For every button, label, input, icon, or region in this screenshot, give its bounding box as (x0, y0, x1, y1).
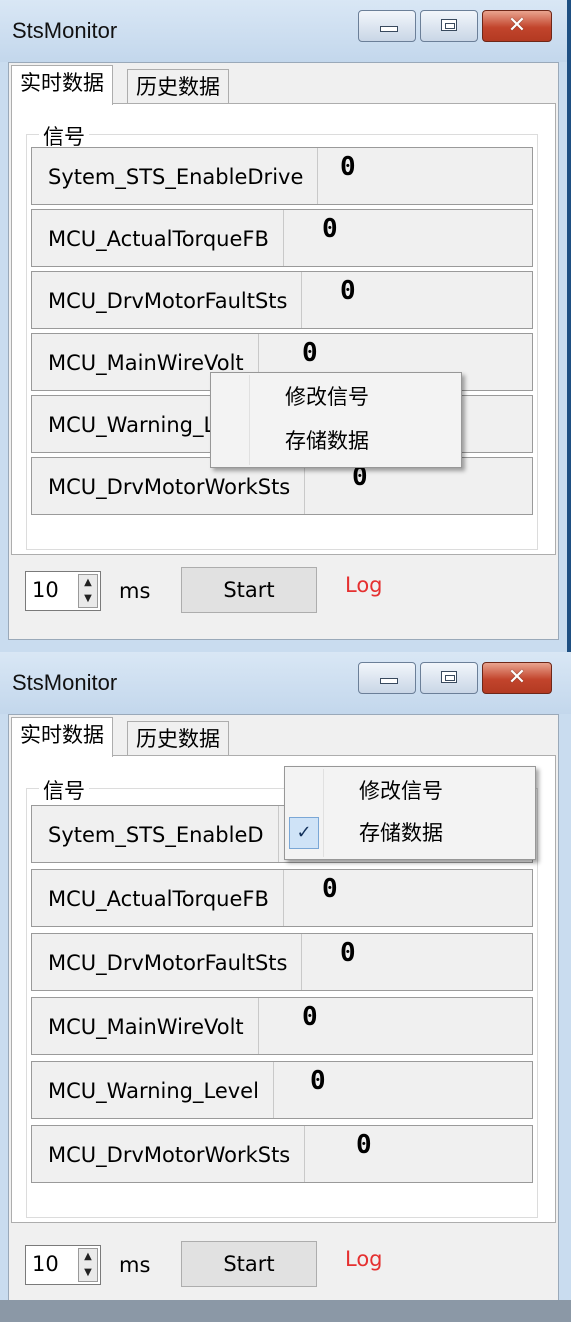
menu-item-save-data[interactable]: ✓ 存储数据 (285, 813, 535, 853)
tab-realtime-data[interactable]: 实时数据 (11, 717, 113, 757)
log-link[interactable]: Log (345, 1247, 383, 1271)
maximize-button[interactable] (420, 662, 478, 694)
signal-value: 0 (302, 1002, 318, 1032)
chevron-up-icon[interactable]: ▲ (79, 575, 97, 591)
tab-realtime-data[interactable]: 实时数据 (11, 65, 113, 105)
bottom-controls: 10 ▲ ▼ ms Start Log (23, 567, 543, 621)
signal-value: 0 (322, 214, 338, 244)
signal-row[interactable]: MCU_MainWireVolt 0 (31, 997, 533, 1055)
close-button[interactable]: ✕ (482, 10, 552, 42)
signal-value: 0 (356, 1130, 372, 1160)
title-bar[interactable]: StsMonitor ✕ (0, 0, 567, 62)
unit-label: ms (119, 1253, 151, 1277)
signal-row[interactable]: MCU_ActualTorqueFB 0 (31, 209, 533, 267)
maximize-button[interactable] (420, 10, 478, 42)
signal-name: MCU_DrvMotorWorkSts (48, 1126, 306, 1182)
context-menu: 修改信号 存储数据 (210, 372, 462, 468)
stsmonitor-window-1: StsMonitor ✕ 实时数据 历史数据 信号 Sytem_STS_Enab… (0, 0, 571, 652)
context-menu: 修改信号 ✓ 存储数据 (284, 766, 536, 860)
interval-input[interactable]: 10 ▲ ▼ (25, 571, 101, 611)
signal-value: 0 (322, 874, 338, 904)
window-title: StsMonitor (12, 18, 118, 43)
signal-name: MCU_MainWireVolt (48, 998, 259, 1054)
minimize-icon (380, 678, 398, 684)
window-title: StsMonitor (12, 670, 118, 695)
signal-row[interactable]: MCU_DrvMotorWorkSts 0 (31, 1125, 533, 1183)
signal-value: 0 (310, 1066, 326, 1096)
signal-row[interactable]: MCU_ActualTorqueFB 0 (31, 869, 533, 927)
signal-name: MCU_Warning_Level (48, 1062, 274, 1118)
signal-row[interactable]: MCU_DrvMotorFaultSts 0 (31, 933, 533, 991)
taskbar-strip (0, 1300, 571, 1322)
menu-item-label: 存储数据 (285, 429, 369, 453)
chevron-down-icon[interactable]: ▼ (79, 591, 97, 607)
chevron-down-icon[interactable]: ▼ (79, 1265, 97, 1281)
tab-history-data[interactable]: 历史数据 (127, 69, 229, 105)
menu-item-save-data[interactable]: 存储数据 (211, 421, 461, 461)
interval-value: 10 (32, 1252, 59, 1276)
minimize-icon (380, 26, 398, 32)
signal-name: Sytem_STS_EnableD (48, 806, 279, 862)
title-bar[interactable]: StsMonitor ✕ (0, 652, 571, 714)
stsmonitor-window-2: StsMonitor ✕ 实时数据 历史数据 信号 Sytem_STS_Enab… (0, 652, 571, 1322)
menu-item-modify-signal[interactable]: 修改信号 (211, 377, 461, 417)
bottom-controls: 10 ▲ ▼ ms Start Log (23, 1241, 543, 1295)
start-button[interactable]: Start (181, 567, 317, 613)
interval-value: 10 (32, 578, 59, 602)
signal-value: 0 (340, 276, 356, 306)
signal-name: MCU_DrvMotorFaultSts (48, 934, 303, 990)
menu-item-label: 修改信号 (285, 385, 369, 409)
signal-row[interactable]: MCU_Warning_Level 0 (31, 1061, 533, 1119)
spin-buttons[interactable]: ▲ ▼ (78, 1248, 98, 1282)
signal-name: MCU_ActualTorqueFB (48, 210, 284, 266)
signal-value: 0 (340, 152, 356, 182)
group-label: 信号 (39, 775, 89, 805)
tab-page: 信号 Sytem_STS_EnableDrive 0 MCU_ActualTor… (11, 103, 556, 555)
tab-history-data[interactable]: 历史数据 (127, 721, 229, 757)
signal-name: MCU_ActualTorqueFB (48, 870, 284, 926)
menu-item-modify-signal[interactable]: 修改信号 (285, 771, 535, 811)
signal-value: 0 (340, 938, 356, 968)
start-button[interactable]: Start (181, 1241, 317, 1287)
minimize-button[interactable] (358, 662, 416, 694)
signal-name: MCU_DrvMotorFaultSts (48, 272, 303, 328)
interval-input[interactable]: 10 ▲ ▼ (25, 1245, 101, 1285)
log-link[interactable]: Log (345, 573, 383, 597)
unit-label: ms (119, 579, 151, 603)
checkmark-icon: ✓ (289, 817, 319, 849)
signal-group: 信号 Sytem_STS_EnableDrive 0 MCU_ActualTor… (26, 121, 538, 550)
close-icon: ✕ (507, 665, 527, 690)
maximize-icon (441, 671, 457, 683)
menu-item-label: 修改信号 (359, 779, 443, 803)
client-area: 实时数据 历史数据 信号 Sytem_STS_EnableDrive 0 MCU… (8, 62, 559, 640)
minimize-button[interactable] (358, 10, 416, 42)
maximize-icon (441, 19, 457, 31)
signal-row[interactable]: Sytem_STS_EnableDrive 0 (31, 147, 533, 205)
close-icon: ✕ (507, 13, 527, 38)
menu-item-label: 存储数据 (359, 821, 443, 845)
close-button[interactable]: ✕ (482, 662, 552, 694)
signal-row[interactable]: MCU_DrvMotorFaultSts 0 (31, 271, 533, 329)
spin-buttons[interactable]: ▲ ▼ (78, 574, 98, 608)
signal-value: 0 (302, 338, 318, 368)
chevron-up-icon[interactable]: ▲ (79, 1249, 97, 1265)
signal-name: Sytem_STS_EnableDrive (48, 148, 319, 204)
